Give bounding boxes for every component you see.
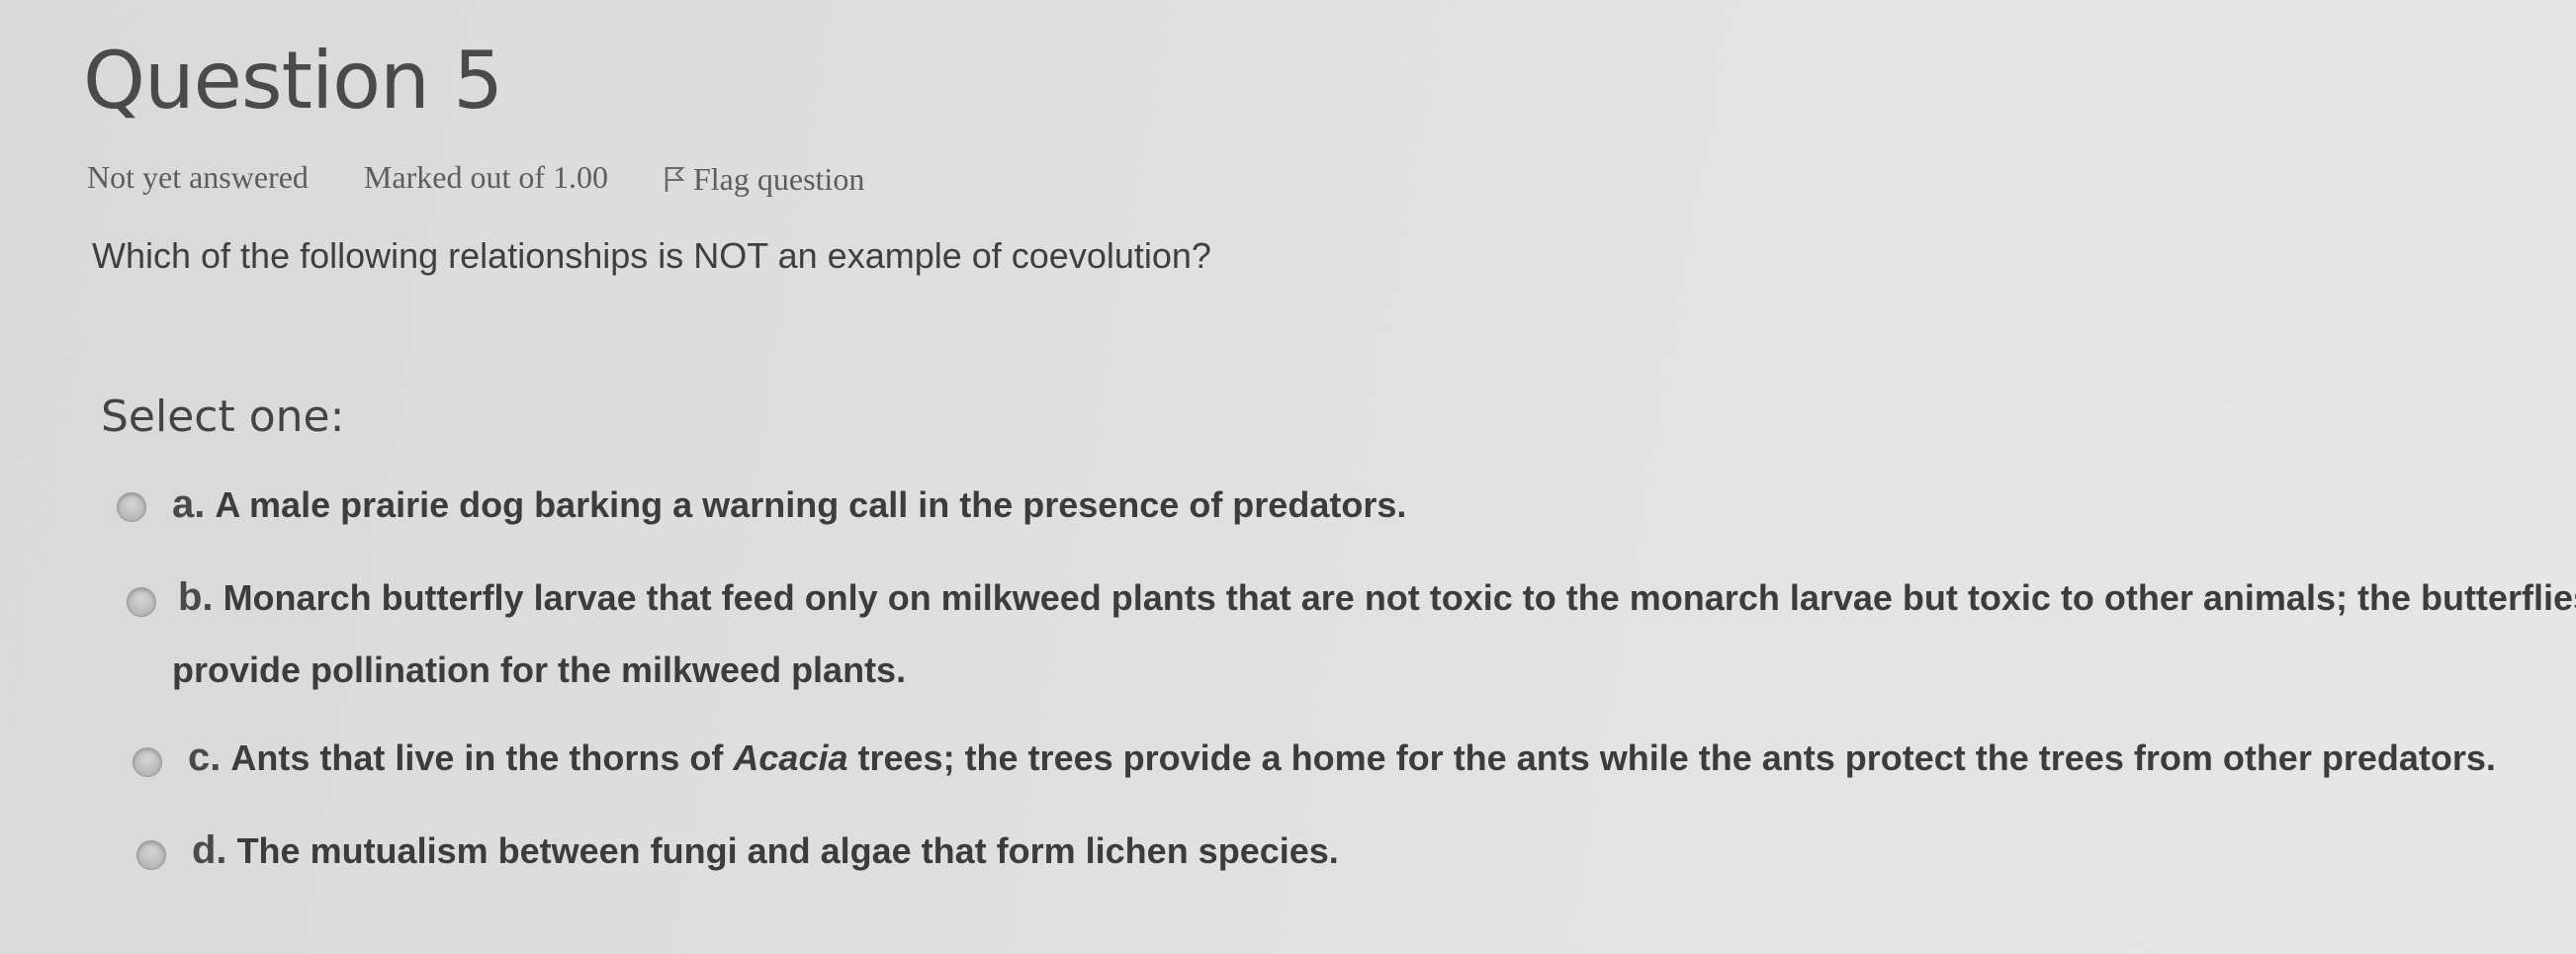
option-a-letter: a. (172, 482, 206, 526)
option-b-letter: b. (178, 575, 214, 619)
option-b-text: Monarch butterfly larvae that feed only … (222, 577, 2576, 618)
option-c-text-after: trees; the trees provide a home for the … (857, 737, 2496, 778)
radio-option-b[interactable] (127, 587, 156, 617)
question-text: Which of the following relationships is … (92, 235, 1211, 276)
flag-question-link[interactable]: Flag question (664, 158, 864, 198)
option-b[interactable]: b. Monarch butterfly larvae that feed on… (178, 575, 2576, 620)
select-one-prompt: Select one: (101, 391, 345, 442)
option-c-text-before: Ants that live in the thorns of (230, 737, 724, 778)
flag-icon (665, 167, 685, 193)
flag-question-label: Flag question (692, 160, 865, 197)
option-d[interactable]: d. The mutualism between fungi and algae… (192, 828, 1339, 873)
option-c[interactable]: c. Ants that live in the thorns of Acaci… (188, 736, 2496, 780)
question-title: Question 5 (83, 35, 503, 127)
option-a[interactable]: a. A male prairie dog barking a warning … (172, 482, 1406, 527)
option-d-text: The mutualism between fungi and algae th… (236, 830, 1339, 871)
radio-option-d[interactable] (136, 840, 166, 870)
radio-option-c[interactable] (133, 747, 162, 777)
question-info: Not yet answered Marked out of 1.00 Flag… (87, 156, 864, 198)
option-c-text-italic: Acacia (733, 737, 848, 778)
answer-status: Not yet answered (87, 159, 309, 196)
option-c-letter: c. (188, 736, 222, 779)
radio-option-a[interactable] (117, 492, 146, 522)
option-d-letter: d. (192, 828, 227, 872)
option-b-text-line2: provide pollination for the milkweed pla… (172, 650, 907, 690)
marked-out-of: Marked out of 1.00 (363, 159, 608, 196)
option-a-text: A male prairie dog barking a warning cal… (215, 484, 1407, 525)
